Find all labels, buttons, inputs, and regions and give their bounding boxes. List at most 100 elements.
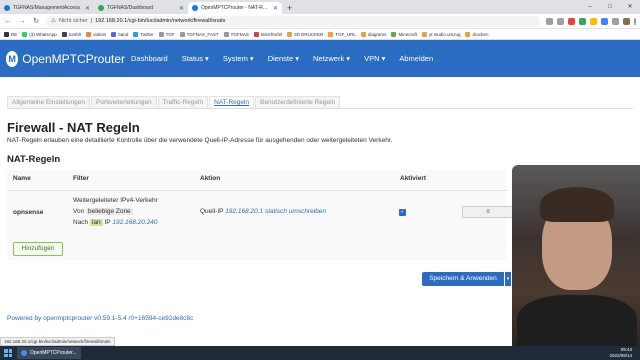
firewall-subtabs: Allgemeine Einstellungen Portweiterleitu… xyxy=(7,96,633,109)
back-icon[interactable]: ← xyxy=(4,18,12,25)
tab-favicon-icon xyxy=(98,5,104,11)
tab-port-forwards[interactable]: Portweiterleitungen xyxy=(91,96,157,108)
clock-date: 2022/09/14 xyxy=(609,353,632,358)
close-tab-icon[interactable]: ✕ xyxy=(273,5,278,12)
puzzle-icon[interactable] xyxy=(612,17,619,25)
tab-traffic-rules[interactable]: Traffic-Regeln xyxy=(157,96,209,108)
close-tab-icon[interactable]: ✕ xyxy=(179,5,184,12)
save-apply-button[interactable]: Speichern & Anwenden xyxy=(422,272,504,286)
os-taskbar: OpenMPTCProuter... xyxy=(0,346,640,360)
bookmark-icon xyxy=(179,31,185,37)
bookmark-icon xyxy=(86,31,92,37)
bookmark-item[interactable]: TGFNAS xyxy=(223,31,249,37)
address-bar[interactable]: ⚠ Nicht sicher | 192.168.20.1/cgi-bin/lu… xyxy=(46,15,540,27)
browser-tab-1[interactable]: TGFNAS/ManagementAccess ✕ xyxy=(0,2,94,14)
browser-tab-3[interactable]: OpenMPTCProuter - NAT-Regeln - LuCI ✕ xyxy=(188,2,282,14)
share-icon[interactable] xyxy=(546,17,553,25)
rule-action: Quell-IP 192.168.20.1 statisch umschreib… xyxy=(200,208,327,215)
bookmark-item[interactable]: Twitter xyxy=(133,31,154,37)
window-controls: – □ ✕ xyxy=(580,0,640,14)
tab-favicon-icon xyxy=(192,5,198,11)
footer-version-link[interactable]: Powered by openmptcprouter v0.59.1-5.4 r… xyxy=(7,315,193,322)
nav-system[interactable]: System ▾ xyxy=(223,54,254,63)
extension-icon[interactable] xyxy=(568,17,575,25)
row-divider xyxy=(7,190,507,191)
nav-dashboard[interactable]: Dashboard xyxy=(131,54,168,63)
tab-custom-rules[interactable]: Benutzerdefinierte Regeln xyxy=(255,96,341,108)
bookmark-icon xyxy=(133,31,139,37)
browser-icon xyxy=(21,350,27,356)
menu-icon[interactable] xyxy=(634,17,636,25)
bookmark-icon xyxy=(111,31,117,37)
column-header-enabled: Aktiviert xyxy=(400,175,427,182)
page-title: Firewall - NAT Regeln xyxy=(7,120,140,135)
tab-nat-rules[interactable]: NAT-Regeln xyxy=(209,96,255,108)
profile-avatar[interactable] xyxy=(623,17,630,25)
maximize-button[interactable]: □ xyxy=(600,0,620,14)
nav-logout[interactable]: Abmelden xyxy=(399,54,433,63)
new-tab-button[interactable]: + xyxy=(282,2,297,14)
filter-from: Von beliebige Zone xyxy=(73,208,133,215)
bookmark-item[interactable]: TGFNAS_FAST xyxy=(179,31,219,37)
close-tab-icon[interactable]: ✕ xyxy=(85,5,90,12)
column-header-name: Name xyxy=(13,175,31,182)
nav-vpn[interactable]: VPN ▾ xyxy=(364,54,385,63)
tab-title: TGFNAS/ManagementAccess xyxy=(13,5,80,11)
tab-general-settings[interactable]: Allgemeine Einstellungen xyxy=(7,96,90,108)
close-window-button[interactable]: ✕ xyxy=(620,0,640,14)
edit-rule-button[interactable]: ≡ xyxy=(462,206,514,218)
brand[interactable]: M OpenMPTCProuter xyxy=(0,50,125,67)
start-menu-icon[interactable] xyxy=(4,349,12,357)
bookmark-item[interactable]: TGF xyxy=(158,31,175,37)
tab-title: OpenMPTCProuter - NAT-Regeln - LuCI xyxy=(201,5,270,11)
browser-tabbar: TGFNAS/ManagementAccess ✕ TGFNAS/Dashboa… xyxy=(0,0,640,14)
bookmark-star-icon[interactable] xyxy=(557,17,564,25)
zone-badge: beliebige Zone xyxy=(86,208,133,215)
nav-netzwerk[interactable]: Netzwerk ▾ xyxy=(313,54,350,63)
lan-zone-badge: lan xyxy=(90,219,103,226)
filter-ip: 192.168.20.240 xyxy=(112,219,158,226)
browser-tab-2[interactable]: TGFNAS/Dashboard ✕ xyxy=(94,2,188,14)
main-nav: Dashboard Status ▾ System ▾ Dienste ▾ Ne… xyxy=(131,54,433,63)
bookmark-item[interactable]: yt studio umzug xyxy=(421,31,460,37)
extension-icon[interactable] xyxy=(601,17,608,25)
bookmark-item[interactable]: videos xyxy=(86,31,106,37)
reload-icon[interactable]: ↻ xyxy=(32,17,40,25)
enabled-checkbox[interactable]: ✓ xyxy=(399,209,406,216)
address-separator: | xyxy=(90,18,93,24)
bookmark-item[interactable]: MissTeufel xyxy=(253,31,282,37)
bookmark-icon xyxy=(421,31,427,37)
nav-status[interactable]: Status ▾ xyxy=(182,54,209,63)
bookmark-item[interactable]: band xyxy=(111,31,128,37)
action-value: 192.168.20.1 statisch umschreiben xyxy=(225,208,327,215)
tab-favicon-icon xyxy=(4,5,10,11)
tab-title: TGFNAS/Dashboard xyxy=(107,5,154,11)
bookmark-item[interactable]: diagrams xyxy=(360,31,386,37)
minimize-button[interactable]: – xyxy=(580,0,600,14)
app-header: M OpenMPTCProuter Dashboard Status ▾ Sys… xyxy=(0,40,640,77)
nav-dienste[interactable]: Dienste ▾ xyxy=(268,54,299,63)
bookmark-item[interactable]: drucken xyxy=(465,31,488,37)
extension-icons xyxy=(546,17,636,25)
system-clock[interactable]: 09:43 2022/09/14 xyxy=(609,346,632,360)
taskbar-item-browser[interactable]: OpenMPTCProuter... xyxy=(17,347,81,359)
nat-rules-table: Name Filter Aktion Aktiviert opnsense We… xyxy=(7,170,514,260)
browser-toolbar: ← → ↻ ⚠ Nicht sicher | 192.168.20.1/cgi-… xyxy=(0,14,640,29)
forward-icon[interactable]: → xyxy=(18,18,26,25)
bookmark-item[interactable]: DE xyxy=(4,31,17,37)
column-header-action: Aktion xyxy=(200,175,221,182)
extension-icon[interactable] xyxy=(579,17,586,25)
webcam-overlay xyxy=(512,165,640,346)
router-logo-icon: M xyxy=(6,50,19,67)
bookmark-item[interactable]: (3) WhatsApp xyxy=(22,31,57,37)
bookmark-item[interactable]: 3D DRUCKER xyxy=(287,31,323,37)
section-title: NAT-Regeln xyxy=(7,154,61,165)
bookmark-icon xyxy=(4,31,9,37)
bookmark-item[interactable]: TGF_URL xyxy=(328,31,356,37)
add-rule-button[interactable]: Hinzufügen xyxy=(13,242,63,256)
filter-traffic-type: Weitergeleiteter IPv4-Verkehr xyxy=(73,197,158,204)
save-options-dropdown[interactable]: ▾ xyxy=(505,272,511,286)
bookmark-item[interactable]: Minecraft xyxy=(391,31,417,37)
bookmark-item[interactable]: tumblr xyxy=(61,31,81,37)
extension-icon[interactable] xyxy=(590,17,597,25)
